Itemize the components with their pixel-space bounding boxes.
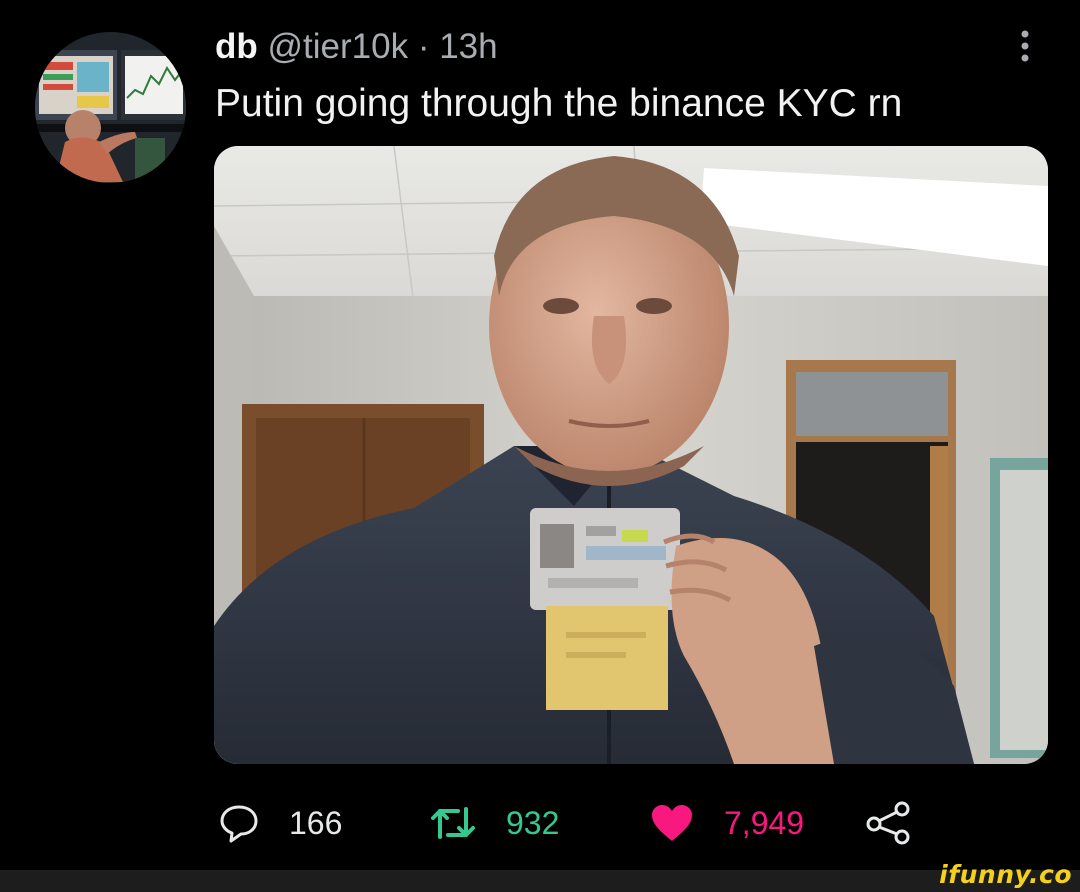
user-handle[interactable]: @tier10k xyxy=(268,27,409,66)
avatar[interactable] xyxy=(35,32,186,183)
display-name[interactable]: db xyxy=(215,27,258,66)
tweet-card: db @tier10k · 13h Putin going through th… xyxy=(0,0,1080,870)
retweet-arrows-icon xyxy=(431,807,475,839)
retweet-button[interactable]: 932 xyxy=(430,795,559,851)
ifunny-watermark: ifunny.co xyxy=(939,860,1072,889)
reply-button[interactable]: 166 xyxy=(219,795,342,851)
tweet-actions: 166 932 7,949 xyxy=(0,795,1080,851)
tweet-photo[interactable] xyxy=(214,146,1048,764)
like-count: 7,949 xyxy=(724,804,805,841)
header-separator: · xyxy=(417,27,430,66)
watermark-bar xyxy=(0,870,1080,892)
share-button[interactable] xyxy=(865,795,913,851)
like-button[interactable]: 7,949 xyxy=(650,795,804,851)
heart-icon xyxy=(652,805,692,841)
tweet-timestamp[interactable]: 13h xyxy=(439,27,497,66)
vertical-dots-icon[interactable] xyxy=(1015,28,1035,68)
retweet-count: 932 xyxy=(506,804,560,841)
share-icon xyxy=(866,801,910,845)
speech-bubble-icon xyxy=(220,805,258,843)
reply-count: 166 xyxy=(289,804,343,841)
tweet-text: Putin going through the binance KYC rn xyxy=(215,82,903,125)
tweet-header: db @tier10k · 13h xyxy=(215,26,498,68)
